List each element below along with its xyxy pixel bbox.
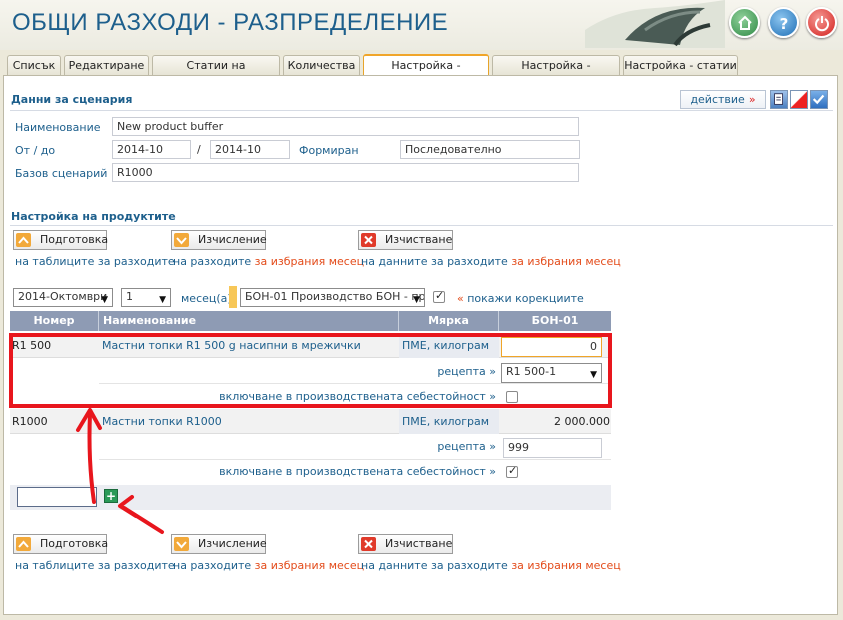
chevron-up-icon (16, 537, 31, 551)
calculate-button-bottom[interactable]: Изчисление (171, 534, 267, 554)
prepare-button-bottom[interactable]: Подготовка (13, 534, 109, 554)
prepare-label: Подготовка (40, 233, 109, 246)
highlight-marker (229, 286, 237, 308)
base-scenario-field[interactable]: R1000 (112, 163, 579, 182)
calculate-label: Изчисление (198, 537, 267, 550)
name-label: Наименование (15, 121, 101, 134)
formed-label: Формиран (299, 144, 359, 157)
action-button[interactable]: действие» (680, 90, 766, 109)
divider (10, 110, 833, 111)
recipe-input[interactable]: 999 (503, 438, 602, 458)
bird-logo (585, 0, 725, 48)
svg-text:?: ? (779, 15, 788, 32)
tab-quantities[interactable]: Количества (283, 55, 360, 76)
clear-label: Изчистване (385, 537, 453, 550)
month-count-select[interactable]: 1 ▼ (121, 288, 171, 307)
column-header-name: Наименование (99, 311, 399, 331)
tab-list[interactable]: Списък (7, 55, 61, 76)
chevron-up-icon (16, 233, 31, 247)
month-unit-label: месец(а) (181, 292, 232, 305)
prepare-button[interactable]: Подготовка (13, 230, 109, 250)
product-select[interactable]: БОН-01 Производство БОН - пре ▼ (240, 288, 425, 307)
action-label: действие (690, 93, 745, 106)
month-select[interactable]: 2014-Октомври ▼ (13, 288, 113, 307)
close-icon (361, 233, 376, 247)
page-title: ОБЩИ РАЗХОДИ - РАЗПРЕДЕЛЕНИЕ (12, 9, 449, 36)
column-header-unit: Мярка (399, 311, 499, 331)
help-icon[interactable]: ? (768, 7, 799, 38)
include-cost-checkbox[interactable] (506, 464, 518, 478)
print-icon[interactable] (770, 90, 788, 109)
from-field[interactable]: 2014-10 (112, 140, 191, 159)
calculate-caption: на разходите за избрания месец (173, 255, 365, 268)
prepare-caption: на таблиците за разходите (15, 559, 175, 572)
tab-edit[interactable]: Редактиране (64, 55, 149, 76)
clear-button-bottom[interactable]: Изчистване (358, 534, 453, 554)
highlight-box (9, 333, 612, 408)
recipe-label: рецепта » (437, 440, 496, 453)
app-header: ОБЩИ РАЗХОДИ - РАЗПРЕДЕЛЕНИЕ ? (0, 0, 843, 50)
annotation-arrows (76, 408, 164, 534)
prepare-label: Подготовка (40, 537, 109, 550)
to-field[interactable]: 2014-10 (210, 140, 290, 159)
clear-label: Изчистване (385, 233, 453, 246)
tab-item-settings[interactable]: Настройка - статии (623, 55, 738, 76)
tab-product-settings[interactable]: Настройка - продукти (363, 54, 489, 91)
row-code: R1000 (12, 415, 48, 428)
home-icon[interactable] (729, 7, 760, 38)
save-check-icon[interactable] (810, 90, 828, 109)
quantity-value: 2 000.000 (554, 415, 610, 428)
show-corrections-label: « покажи корекциите (457, 292, 584, 305)
clear-caption: на данните за разходите за избрания месе… (361, 559, 621, 572)
tab-material-settings[interactable]: Настройка - суровини (492, 55, 620, 91)
prepare-caption: на таблиците за разходите (15, 255, 175, 268)
chevron-down-icon (174, 233, 189, 247)
cancel-icon[interactable] (790, 90, 808, 109)
row-unit: ПМЕ, килограм (402, 415, 490, 428)
formed-field[interactable]: Последователно (400, 140, 580, 159)
tab-calc-items[interactable]: Статии на калкулация (152, 55, 280, 91)
calculate-label: Изчисление (198, 233, 267, 246)
power-icon[interactable] (806, 7, 837, 38)
period-separator: / (197, 143, 201, 156)
name-field[interactable]: New product buffer (112, 117, 579, 136)
products-section-title: Настройка на продуктите (11, 210, 176, 223)
close-icon (361, 537, 376, 551)
column-header-bon01: БОН-01 (499, 311, 611, 331)
base-scenario-label: Базов сценарий (15, 167, 108, 180)
clear-button[interactable]: Изчистване (358, 230, 453, 250)
calculate-button[interactable]: Изчисление (171, 230, 267, 250)
calculate-caption: на разходите за избрания месец (173, 559, 365, 572)
period-label: От / до (15, 144, 56, 157)
chevron-down-icon (174, 537, 189, 551)
clear-caption: на данните за разходите за избрания месе… (361, 255, 621, 268)
show-corrections-checkbox[interactable] (433, 289, 445, 303)
column-header-number: Номер (10, 311, 99, 331)
scenario-section-title: Данни за сценария (11, 93, 133, 106)
divider (10, 225, 833, 226)
action-arrow: » (748, 93, 756, 106)
